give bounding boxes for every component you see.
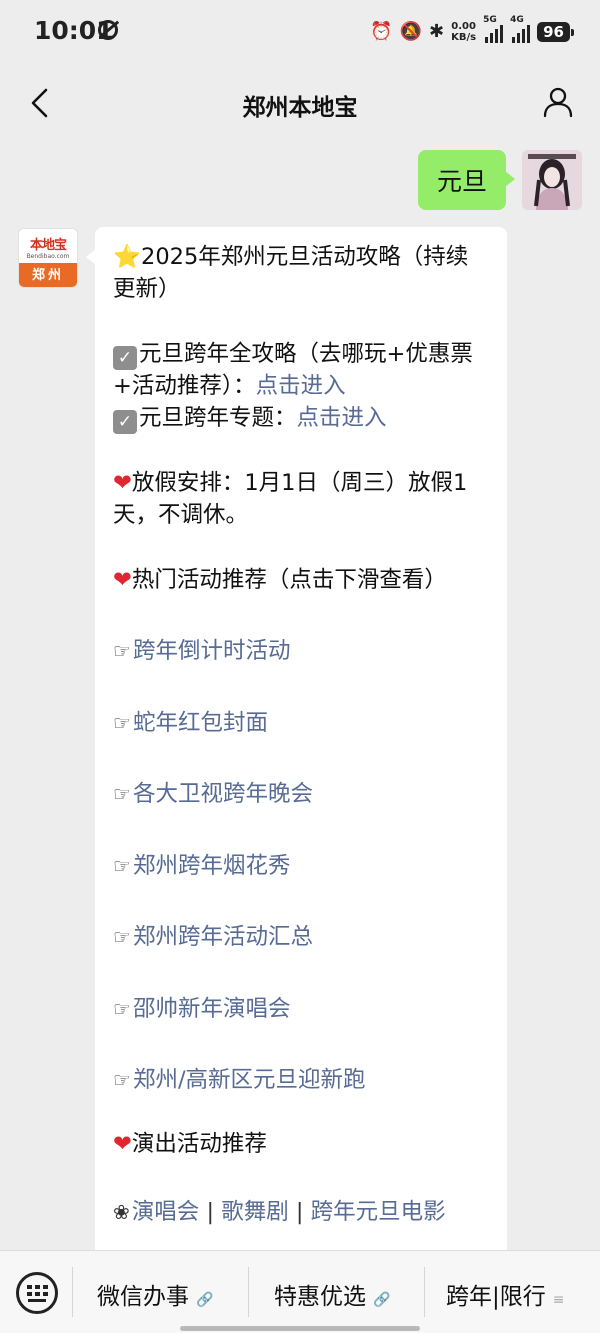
topic-text: 元旦跨年专题：	[139, 405, 297, 431]
user-message-bubble[interactable]: 元旦	[418, 150, 515, 210]
chat-area[interactable]: 元旦 本地宝 Bendibao.com 郑州 ⭐2025年郑州元旦活动攻略（持续…	[0, 140, 600, 1250]
menu-item-wechat-services[interactable]: 微信办事 🔗	[97, 1277, 213, 1311]
check-box-icon: ✓	[113, 410, 137, 434]
hot-link[interactable]: 各大卫视跨年晚会	[133, 778, 313, 810]
menu-item-label: 特惠优选	[274, 1284, 366, 1310]
avatar-city-text: 郑州	[19, 263, 77, 287]
menu-item-special-offers[interactable]: 特惠优选 🔗	[274, 1277, 390, 1311]
hot-link-item[interactable]: ☞ 跨年倒计时活动	[113, 635, 487, 707]
alarm-icon: ⏰	[370, 21, 393, 42]
net-speed-value: 0.00	[451, 21, 476, 32]
topic-line: ✓ 元旦跨年专题：点击进入	[113, 402, 487, 434]
avatar-brand-text: 本地宝	[29, 238, 67, 253]
hot-link[interactable]: 郑州跨年烟花秀	[133, 850, 291, 882]
menu-divider	[424, 1267, 425, 1317]
holiday-line: ❤放假安排：1月1日（周三）放假1天，不调休。	[113, 467, 487, 531]
holiday-text: 放假安排：1月1日（周三）放假1天，不调休。	[113, 470, 468, 528]
hot-link[interactable]: 邵帅新年演唱会	[133, 993, 291, 1025]
profile-icon[interactable]	[542, 86, 574, 118]
hot-link-item[interactable]: ☞ 蛇年红包封面	[113, 707, 487, 779]
show-link-concert[interactable]: 演唱会	[132, 1199, 200, 1225]
heart-icon: ❤	[113, 567, 132, 593]
bluetooth-icon: ✱	[429, 21, 445, 42]
check-box-icon: ✓	[113, 346, 137, 370]
show-heading: ❤演出活动推荐	[113, 1128, 487, 1196]
hot-link[interactable]: 跨年倒计时活动	[133, 635, 291, 667]
official-account-avatar[interactable]: 本地宝 Bendibao.com 郑州	[18, 228, 78, 288]
pointing-hand-icon: ☞	[113, 1068, 131, 1092]
status-bar: 10:01 ⏰ 🔕 ✱ 0.00 KB/s 5G 4G 96	[0, 0, 600, 66]
bot-message-bubble: ⭐2025年郑州元旦活动攻略（持续更新） ✓ 元旦跨年全攻略（去哪玩+优惠票+活动…	[86, 227, 507, 1250]
strategy-link[interactable]: 点击进入	[256, 373, 346, 399]
flower-icon: ❀	[113, 1200, 130, 1224]
mute-bell-icon: 🔕	[399, 21, 423, 42]
link-icon: 🔗	[196, 1292, 214, 1308]
hot-link[interactable]: 蛇年红包封面	[133, 707, 268, 739]
net-speed: 0.00 KB/s	[451, 21, 476, 43]
show-link-movie[interactable]: 跨年元旦电影	[311, 1199, 446, 1225]
strategy-line: ✓ 元旦跨年全攻略（去哪玩+优惠票+活动推荐）：点击进入	[113, 338, 487, 402]
menu-lines-icon: ≡	[552, 1292, 565, 1308]
hot-link-item[interactable]: ☞ 郑州/高新区元旦迎新跑	[113, 1064, 487, 1128]
menu-item-new-year-traffic[interactable]: 跨年|限行 ≡	[446, 1277, 564, 1311]
hot-heading-text: 热门活动推荐（点击下滑查看）	[131, 567, 447, 593]
hot-link-item[interactable]: ☞ 邵帅新年演唱会	[113, 993, 487, 1065]
hot-link-item[interactable]: ☞ 郑州跨年烟花秀	[113, 850, 487, 922]
show-links-line: ❀演唱会 | 歌舞剧 | 跨年元旦电影	[113, 1196, 487, 1228]
show-heading-text: 演出活动推荐	[131, 1131, 267, 1157]
menu-divider	[72, 1267, 73, 1317]
sim2-label: 4G	[510, 15, 524, 25]
sim1-label: 5G	[483, 15, 497, 25]
pointing-hand-icon: ☞	[113, 925, 131, 949]
user-avatar[interactable]	[522, 150, 582, 210]
keyboard-toggle-icon[interactable]	[16, 1272, 58, 1314]
menu-item-label: 跨年|限行	[446, 1284, 546, 1310]
pointing-hand-icon: ☞	[113, 853, 131, 878]
hot-heading: ❤热门活动推荐（点击下滑查看）	[113, 564, 487, 596]
hot-link-item[interactable]: ☞ 郑州跨年活动汇总	[113, 921, 487, 993]
hot-link[interactable]: 郑州跨年活动汇总	[133, 921, 313, 953]
pointing-hand-icon: ☞	[113, 782, 131, 806]
home-indicator[interactable]	[180, 1326, 420, 1331]
user-avatar-image	[522, 150, 582, 210]
hot-link[interactable]: 郑州/高新区元旦迎新跑	[133, 1064, 366, 1096]
separator: |	[206, 1199, 215, 1225]
battery-indicator: 96	[537, 22, 574, 42]
heart-icon: ❤	[113, 470, 132, 496]
signal-sim2-icon: 4G	[510, 15, 531, 43]
message-title: ⭐2025年郑州元旦活动攻略（持续更新）	[113, 241, 487, 305]
account-bottom-menu: 微信办事 🔗 特惠优选 🔗 跨年|限行 ≡	[0, 1250, 600, 1333]
message-title-text: 2025年郑州元旦活动攻略（持续更新）	[113, 244, 469, 302]
signal-sim1-icon: 5G	[483, 15, 504, 43]
menu-item-label: 微信办事	[97, 1284, 189, 1310]
page-title: 郑州本地宝	[242, 95, 358, 121]
pointing-hand-icon: ☞	[113, 996, 131, 1021]
hot-link-item[interactable]: ☞ 各大卫视跨年晚会	[113, 778, 487, 850]
net-speed-unit: KB/s	[451, 32, 477, 43]
topic-link[interactable]: 点击进入	[297, 405, 387, 431]
sync-icon	[98, 20, 118, 40]
separator: |	[295, 1199, 304, 1225]
avatar-url-text: Bendibao.com	[26, 253, 70, 260]
chat-header: 郑州本地宝	[0, 66, 600, 140]
show-link-musical[interactable]: 歌舞剧	[221, 1199, 289, 1225]
link-icon: 🔗	[373, 1292, 391, 1308]
star-icon: ⭐	[113, 244, 142, 270]
menu-divider	[248, 1267, 249, 1317]
pointing-hand-icon: ☞	[113, 710, 131, 735]
heart-icon: ❤	[113, 1131, 132, 1157]
pointing-hand-icon: ☞	[113, 639, 131, 663]
